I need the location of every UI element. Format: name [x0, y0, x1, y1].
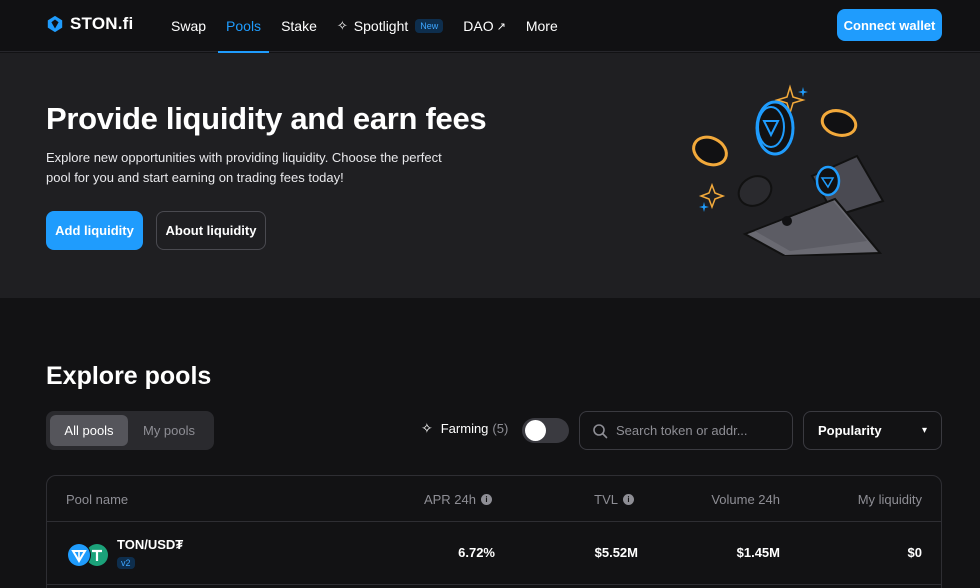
col-pool-name[interactable]: Pool name — [66, 492, 128, 507]
logo[interactable]: STON.fi — [46, 14, 133, 34]
nav-pools-label: Pools — [226, 18, 262, 34]
token-pair-icon — [67, 543, 108, 567]
col-volume-label: Volume 24h — [711, 492, 780, 507]
col-apr-label: APR 24h — [423, 492, 476, 507]
farming-label: Farming — [440, 421, 489, 436]
farming-filter: ✧ Farming (5) — [421, 420, 508, 437]
hero-section: Provide liquidity and earn fees Explore … — [0, 53, 980, 298]
sort-label: Popularity — [818, 423, 882, 438]
pool-my-liquidity: $0 — [907, 545, 922, 560]
new-badge: New — [415, 19, 444, 33]
connect-wallet-button[interactable]: Connect wallet — [837, 9, 942, 41]
pool-version-badge: v2 — [117, 557, 135, 569]
col-apr[interactable]: APR 24h i — [424, 492, 492, 507]
tab-my-pools[interactable]: My pools — [128, 415, 210, 446]
main-nav: Swap Pools Stake ✧ Spotlight New DAO ↗ M… — [171, 0, 578, 53]
chevron-down-icon: ▾ — [921, 425, 927, 436]
nav-more-label: More — [525, 18, 558, 34]
pool-pair-name: TON/USD₮ — [117, 537, 184, 552]
search-icon — [593, 423, 608, 438]
search-input[interactable] — [616, 423, 786, 438]
col-my-liquidity-label: My liquidity — [857, 492, 922, 507]
col-tvl[interactable]: TVL i — [594, 492, 634, 507]
hero-title: Provide liquidity and earn fees — [46, 101, 487, 136]
nav-pools[interactable]: Pools — [218, 0, 270, 53]
pool-filter-tabs: All pools My pools — [46, 411, 214, 450]
col-pool-name-label: Pool name — [66, 492, 129, 507]
nav-more[interactable]: More — [526, 0, 558, 52]
explore-pools-title: Explore pools — [46, 362, 212, 390]
tab-all-pools[interactable]: All pools — [50, 415, 128, 446]
sort-select[interactable]: Popularity ▾ — [803, 411, 942, 450]
nav-stake[interactable]: Stake — [281, 0, 317, 52]
pool-apr: 6.72% — [458, 545, 495, 560]
sparkle-icon: ✧ — [336, 18, 348, 33]
col-volume[interactable]: Volume 24h — [711, 492, 780, 507]
add-liquidity-button[interactable]: Add liquidity — [46, 211, 143, 250]
nav-swap-label: Swap — [171, 18, 207, 34]
ston-logo-icon — [47, 15, 63, 33]
top-header: STON.fi Swap Pools Stake ✧ Spotlight New… — [0, 0, 980, 53]
col-tvl-label: TVL — [594, 492, 618, 507]
nav-spotlight-label: Spotlight — [353, 18, 409, 34]
table-header: Pool name APR 24h i TVL i Volume 24h My li… — [47, 476, 941, 522]
toggle-knob — [525, 420, 546, 441]
search-box — [579, 411, 793, 450]
pool-tvl: $5.52M — [594, 545, 638, 560]
external-link-icon: ↗ — [496, 20, 506, 33]
table-row[interactable]: TON/USD₮ v2 6.72% $5.52M $1.45M $0 — [47, 523, 941, 585]
farming-count: (5) — [492, 421, 509, 436]
nav-swap[interactable]: Swap — [171, 0, 206, 52]
sparkle-icon: ✧ — [421, 420, 433, 436]
wallet-coins-illustration — [692, 84, 885, 256]
info-icon[interactable]: i — [623, 494, 634, 505]
hero-description: Explore new opportunities with providing… — [46, 150, 442, 185]
nav-dao[interactable]: DAO ↗ — [463, 0, 506, 52]
nav-spotlight[interactable]: ✧ Spotlight New — [336, 0, 444, 52]
farming-toggle[interactable] — [522, 418, 569, 443]
about-liquidity-button[interactable]: About liquidity — [156, 211, 266, 250]
info-icon[interactable]: i — [481, 494, 492, 505]
nav-dao-label: DAO — [463, 18, 494, 34]
pool-volume: $1.45M — [736, 545, 780, 560]
col-my-liquidity[interactable]: My liquidity — [858, 492, 922, 507]
nav-stake-label: Stake — [281, 18, 317, 34]
pools-table: Pool name APR 24h i TVL i Volume 24h My li… — [46, 475, 942, 588]
logo-text: STON.fi — [70, 14, 134, 33]
